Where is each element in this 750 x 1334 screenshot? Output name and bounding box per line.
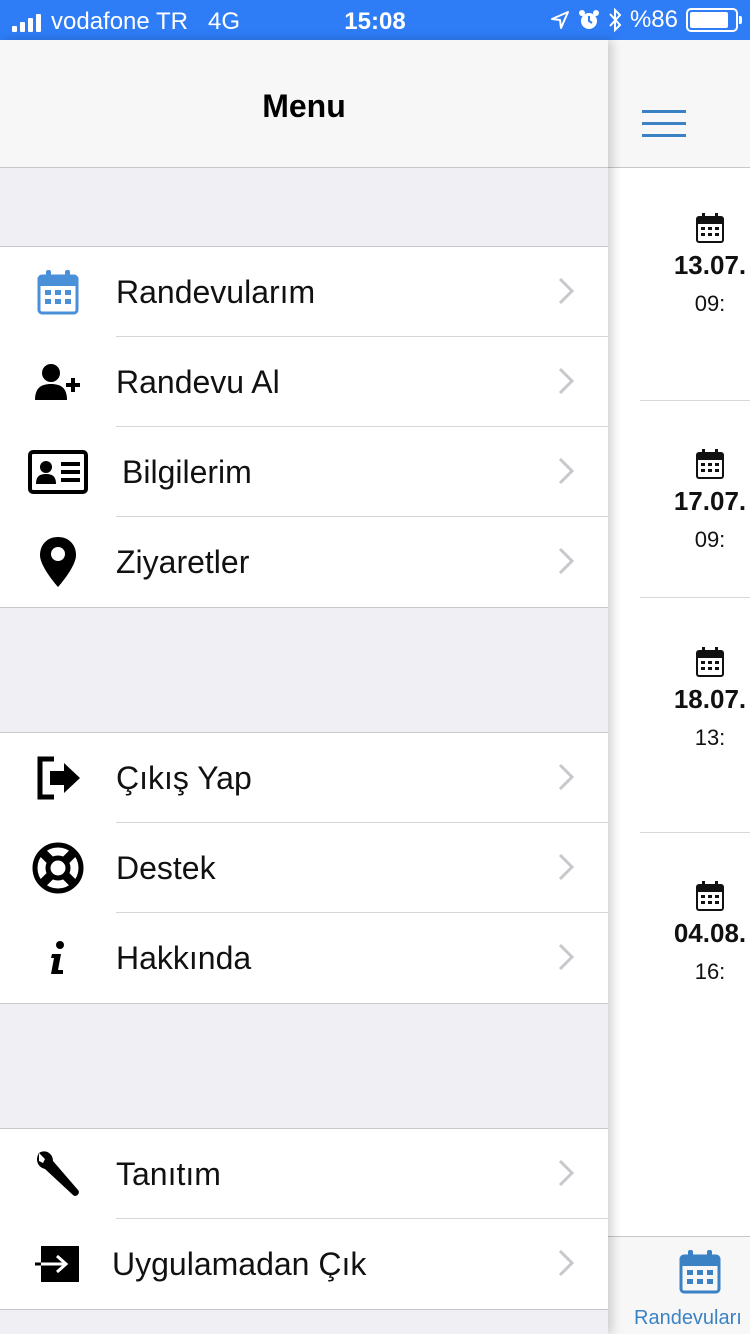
menu-header: Menu: [0, 40, 608, 168]
battery-percent: %86: [629, 6, 678, 33]
calendar-icon: [696, 213, 724, 243]
hamburger-menu-icon[interactable]: [642, 110, 686, 146]
appointment-date: 17.07.: [673, 486, 747, 516]
chevron-right-icon: [558, 367, 574, 395]
menu-item-tanitim[interactable]: Tanıtım: [0, 1129, 608, 1219]
menu-group-account: Çıkış Yap Destek Hakkında: [0, 732, 608, 1004]
map-marker-icon: [40, 537, 76, 587]
appointments-screen: 13.07. 09: 17.07. 09: 18.07. 13: 04.08. …: [608, 40, 750, 1334]
menu-item-randevu-al[interactable]: Randevu Al: [0, 337, 608, 427]
menu-item-label: Randevularım: [116, 273, 316, 310]
menu-item-ziyaretler[interactable]: Ziyaretler: [0, 517, 608, 607]
menu-item-destek[interactable]: Destek: [0, 823, 608, 913]
menu-item-label: Bilgilerim: [122, 453, 252, 490]
tab-bar: Randevuları: [608, 1236, 750, 1334]
chevron-right-icon: [558, 457, 574, 485]
sign-out-icon: [37, 756, 80, 800]
menu-item-uygulamadan-cik[interactable]: Uygulamadan Çık: [0, 1219, 608, 1309]
side-menu: Menu Randevularım Randevu Al Bilgilerim: [0, 40, 608, 1334]
info-icon: [51, 941, 64, 974]
divider: [640, 832, 750, 833]
menu-title: Menu: [262, 88, 346, 124]
wrench-icon: [37, 1151, 79, 1196]
appointments-header: [608, 40, 750, 168]
status-bar: vodafone TR 4G 15:08 %86: [0, 0, 750, 40]
appointment-card[interactable]: 04.08. 16:: [640, 880, 750, 985]
divider: [640, 597, 750, 598]
menu-item-cikis-yap[interactable]: Çıkış Yap: [0, 733, 608, 823]
menu-item-label: Tanıtım: [116, 1155, 221, 1192]
appointment-time: 09:: [694, 291, 726, 316]
divider: [640, 400, 750, 401]
menu-item-label: Uygulamadan Çık: [112, 1245, 367, 1282]
appointment-card[interactable]: 18.07. 13:: [640, 646, 750, 751]
menu-item-label: Randevu Al: [116, 363, 280, 400]
tab-label-appointments[interactable]: Randevuları: [634, 1307, 742, 1330]
chevron-right-icon: [558, 1159, 574, 1187]
chevron-right-icon: [558, 763, 574, 791]
battery-icon: [686, 8, 742, 32]
life-ring-icon: [32, 842, 84, 894]
menu-item-label: Destek: [116, 849, 216, 886]
appointment-time: 13:: [694, 725, 726, 750]
chevron-right-icon: [558, 943, 574, 971]
menu-item-randevularim[interactable]: Randevularım: [0, 247, 608, 337]
appointment-time: 09:: [694, 527, 726, 552]
menu-item-label: Çıkış Yap: [116, 759, 252, 796]
appointment-card[interactable]: 17.07. 09:: [640, 448, 750, 553]
chevron-right-icon: [558, 1249, 574, 1277]
calendar-icon: [696, 647, 724, 677]
appointment-time: 16:: [694, 959, 726, 984]
user-plus-icon: [35, 364, 80, 400]
calendar-tab-icon[interactable]: [678, 1249, 722, 1295]
appointment-date: 04.08.: [673, 918, 747, 948]
menu-group-app: Tanıtım Uygulamadan Çık: [0, 1128, 608, 1310]
id-card-icon: [28, 450, 88, 494]
menu-item-hakkinda[interactable]: Hakkında: [0, 913, 608, 1003]
menu-item-bilgilerim[interactable]: Bilgilerim: [0, 427, 608, 517]
bluetooth-icon: [609, 8, 622, 32]
calendar-icon: [696, 881, 724, 911]
chevron-right-icon: [558, 853, 574, 881]
alarm-icon: [578, 10, 599, 29]
menu-item-label: Hakkında: [116, 939, 252, 976]
menu-group-main: Randevularım Randevu Al Bilgilerim Ziyar…: [0, 246, 608, 608]
appointment-date: 18.07.: [673, 684, 747, 714]
appointment-date: 13.07.: [673, 250, 747, 280]
calendar-icon: [696, 449, 724, 479]
location-arrow-icon: [550, 11, 569, 29]
chevron-right-icon: [558, 277, 574, 305]
calendar-icon: [37, 270, 79, 315]
exit-app-icon: [35, 1246, 79, 1282]
chevron-right-icon: [558, 547, 574, 575]
appointment-card[interactable]: 13.07. 09:: [640, 212, 750, 317]
menu-item-label: Ziyaretler: [116, 543, 250, 580]
